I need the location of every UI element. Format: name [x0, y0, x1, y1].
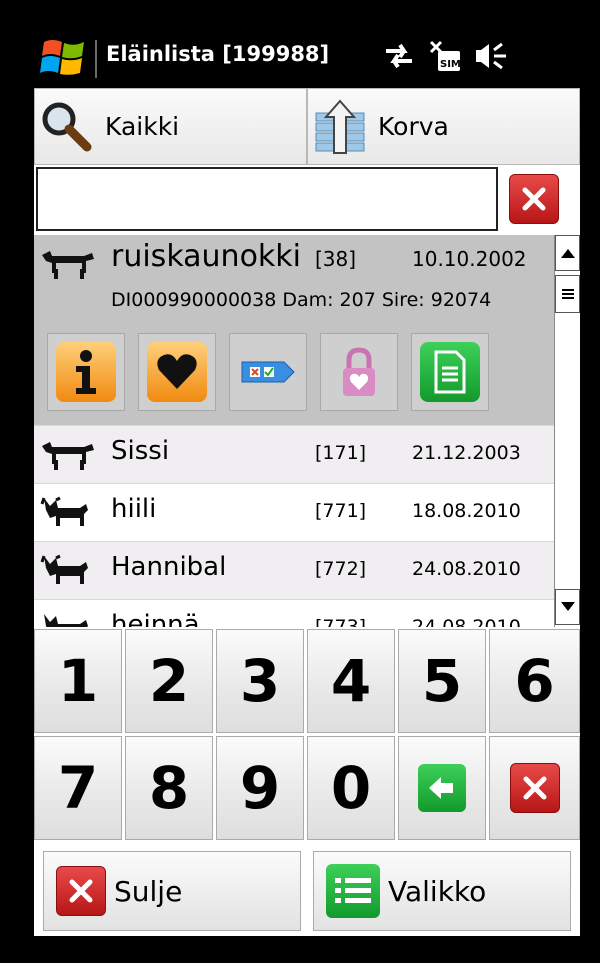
key-3[interactable]: 3 [216, 629, 304, 733]
tag-icon [238, 342, 298, 402]
backspace-key[interactable] [398, 736, 486, 840]
bull-icon [40, 612, 96, 627]
key-2[interactable]: 2 [125, 629, 213, 733]
app-title: Eläinlista [199988] [106, 42, 330, 66]
volume-icon[interactable] [474, 40, 508, 76]
magnifier-icon [39, 99, 95, 155]
list-item[interactable]: heinnä [773] 24.08.2010 [34, 599, 554, 627]
animal-date: 21.12.2003 [412, 442, 521, 464]
animal-name: Sissi [111, 436, 170, 466]
bottom-bar: Sulje Valikko [34, 843, 580, 936]
scroll-down-button[interactable] [555, 589, 580, 625]
document-icon [420, 342, 480, 402]
document-button[interactable] [411, 333, 489, 411]
menu-label: Valikko [388, 874, 487, 908]
menu-button[interactable]: Valikko [313, 851, 571, 931]
top-button-bar: Kaikki Korva [34, 88, 580, 165]
key-1[interactable]: 1 [34, 629, 122, 733]
list-item[interactable]: Hannibal [772] 24.08.2010 [34, 541, 554, 599]
show-all-label: Kaikki [105, 112, 180, 141]
status-icons: SIM [382, 38, 508, 78]
animal-name: heinnä [111, 610, 200, 627]
sort-ear-label: Korva [378, 112, 449, 141]
search-row [34, 165, 580, 235]
selected-animal-info: DI000990000038 Dam: 207 Sire: 92074 [111, 289, 492, 311]
key-digit: 4 [330, 647, 372, 715]
bull-icon [40, 554, 96, 588]
key-digit: 0 [330, 754, 372, 822]
health-button[interactable] [138, 333, 216, 411]
sort-ear-button[interactable]: Korva [307, 88, 580, 165]
animal-number: [773] [315, 616, 367, 627]
close-label: Sulje [114, 874, 183, 908]
key-6[interactable]: 6 [489, 629, 580, 733]
title-bar: Eläinlista [199988] SIM [0, 0, 600, 88]
animal-name: Hannibal [111, 552, 227, 582]
key-8[interactable]: 8 [125, 736, 213, 840]
lock-heart-icon [329, 342, 389, 402]
key-digit: 7 [57, 754, 99, 822]
close-icon [56, 866, 106, 916]
menu-list-icon [326, 864, 380, 918]
key-digit: 3 [239, 647, 281, 715]
key-4[interactable]: 4 [307, 629, 395, 733]
clear-key[interactable] [489, 736, 580, 840]
animal-action-row [34, 333, 489, 415]
cow-icon [40, 247, 96, 285]
key-digit: 2 [148, 647, 190, 715]
arrow-up-icon [560, 249, 575, 258]
show-all-button[interactable]: Kaikki [34, 88, 307, 165]
selected-animal-date: 10.10.2002 [412, 247, 527, 271]
numeric-keypad: 1 2 3 4 5 6 7 8 9 0 [34, 627, 580, 843]
info-icon [56, 342, 116, 402]
sort-up-icon [312, 98, 368, 155]
search-input[interactable] [36, 167, 498, 231]
lock-heart-button[interactable] [320, 333, 398, 411]
selected-animal-number: [38] [315, 247, 357, 271]
animal-date: 18.08.2010 [412, 500, 521, 522]
key-7[interactable]: 7 [34, 736, 122, 840]
info-button[interactable] [47, 333, 125, 411]
list-scrollbar[interactable] [554, 235, 580, 627]
key-digit: 9 [239, 754, 281, 822]
svg-text:SIM: SIM [440, 59, 461, 70]
tag-button[interactable] [229, 333, 307, 411]
key-digit: 8 [148, 754, 190, 822]
cow-icon [40, 438, 96, 472]
animal-number: [772] [315, 558, 367, 580]
backspace-arrow-icon [418, 764, 466, 812]
animal-name: hiili [111, 494, 157, 524]
key-0[interactable]: 0 [307, 736, 395, 840]
heart-icon [147, 342, 207, 402]
grip-icon [561, 289, 574, 299]
key-5[interactable]: 5 [398, 629, 486, 733]
scroll-up-button[interactable] [555, 235, 580, 271]
app-window: Kaikki Korva ruiskaunokki [38] 10.10.200… [34, 88, 580, 936]
animal-number: [171] [315, 442, 367, 464]
clear-x-icon [509, 763, 560, 813]
clear-search-button[interactable] [509, 174, 559, 224]
arrow-down-icon [560, 602, 575, 611]
key-digit: 6 [514, 647, 555, 715]
animal-date: 24.08.2010 [412, 558, 521, 580]
title-divider [95, 40, 97, 78]
animal-list[interactable]: ruiskaunokki [38] 10.10.2002 DI000990000… [34, 235, 554, 627]
key-digit: 1 [57, 647, 99, 715]
animal-number: [771] [315, 500, 367, 522]
animal-date: 24.08.2010 [412, 616, 521, 627]
key-9[interactable]: 9 [216, 736, 304, 840]
selected-animal-name: ruiskaunokki [111, 239, 302, 274]
no-sim-icon[interactable]: SIM [428, 39, 462, 77]
list-item[interactable]: hiili [771] 18.08.2010 [34, 483, 554, 541]
selected-animal-row[interactable]: ruiskaunokki [38] 10.10.2002 DI000990000… [34, 235, 554, 425]
list-item[interactable]: Sissi [171] 21.12.2003 [34, 425, 554, 483]
windows-start-icon[interactable] [38, 36, 90, 80]
close-button[interactable]: Sulje [43, 851, 301, 931]
key-digit: 5 [421, 647, 463, 715]
scroll-thumb[interactable] [555, 275, 580, 313]
clear-x-icon [522, 187, 546, 211]
sync-arrows-icon[interactable] [382, 41, 416, 75]
bull-icon [40, 496, 96, 530]
